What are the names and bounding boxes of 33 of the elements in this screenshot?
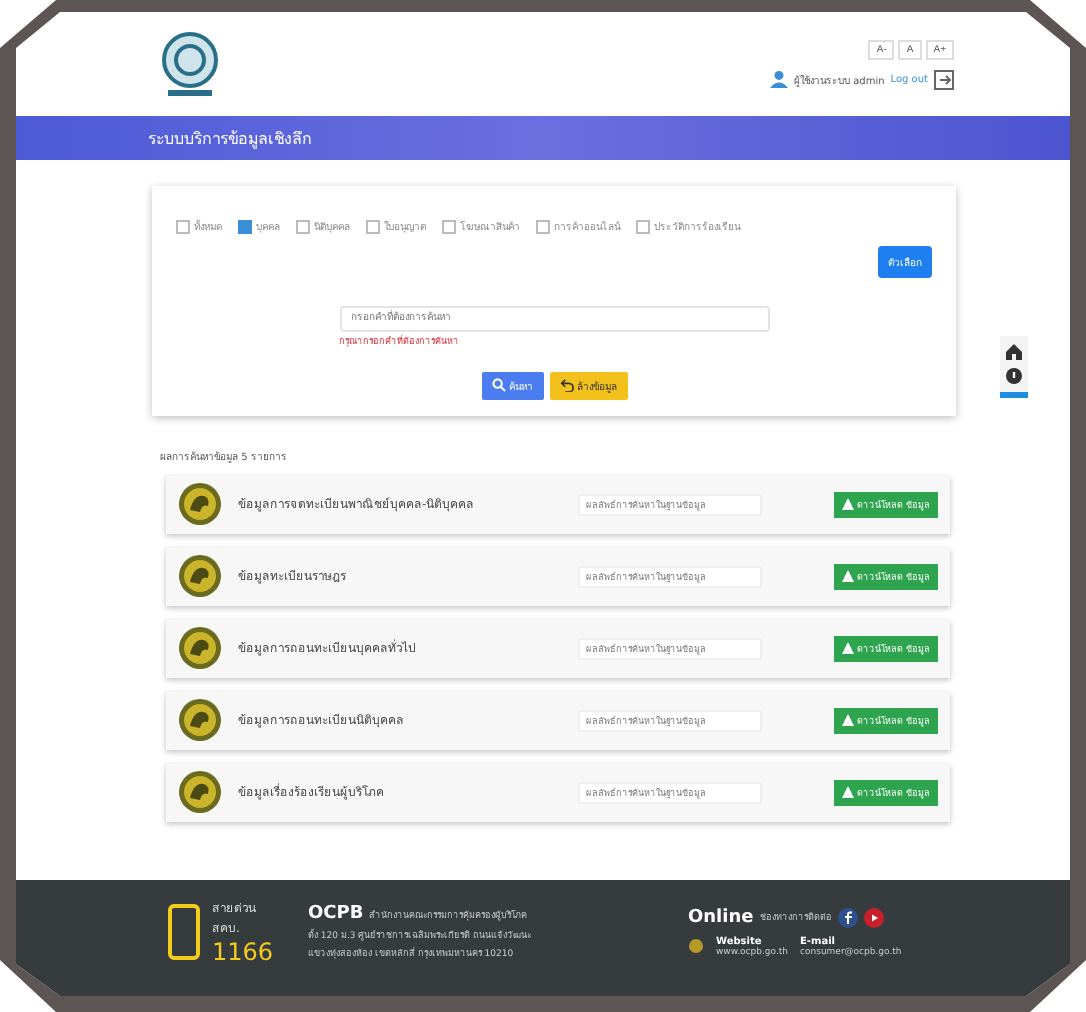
globe-icon — [688, 938, 704, 954]
checkbox[interactable] — [176, 219, 190, 233]
checkbox[interactable] — [442, 219, 456, 233]
triangle-icon — [841, 498, 854, 510]
emblem-icon — [178, 698, 222, 742]
checkbox[interactable] — [536, 219, 550, 233]
checkbox[interactable] — [296, 219, 310, 233]
search-icon — [491, 378, 505, 392]
emblem-icon — [178, 554, 222, 598]
checkbox[interactable] — [238, 219, 252, 233]
user-icon — [770, 70, 789, 88]
triangle-icon — [841, 642, 854, 654]
hotline-number: 1166 — [212, 938, 268, 966]
exit-icon[interactable] — [934, 69, 954, 89]
youtube-icon[interactable] — [863, 907, 884, 927]
emblem-icon — [178, 482, 222, 526]
triangle-icon — [841, 570, 854, 582]
triangle-icon — [841, 714, 854, 726]
scroll-bar — [1000, 392, 1028, 398]
online-heading: Online — [688, 907, 754, 927]
phone-icon — [168, 904, 200, 960]
home-icon[interactable] — [1006, 344, 1022, 360]
logo-icon — [156, 30, 224, 98]
emblem-icon — [178, 770, 222, 814]
org-abbreviation: OCPB — [308, 904, 364, 924]
emblem-icon — [178, 626, 222, 670]
facebook-icon[interactable] — [837, 907, 858, 927]
undo-icon — [559, 378, 573, 392]
banner-title: ระบบบริการข้อมูลเชิงลึก — [148, 127, 312, 151]
checkbox[interactable] — [366, 219, 380, 233]
checkbox[interactable] — [636, 219, 650, 233]
help-icon[interactable] — [1006, 368, 1022, 384]
triangle-icon — [841, 786, 854, 798]
